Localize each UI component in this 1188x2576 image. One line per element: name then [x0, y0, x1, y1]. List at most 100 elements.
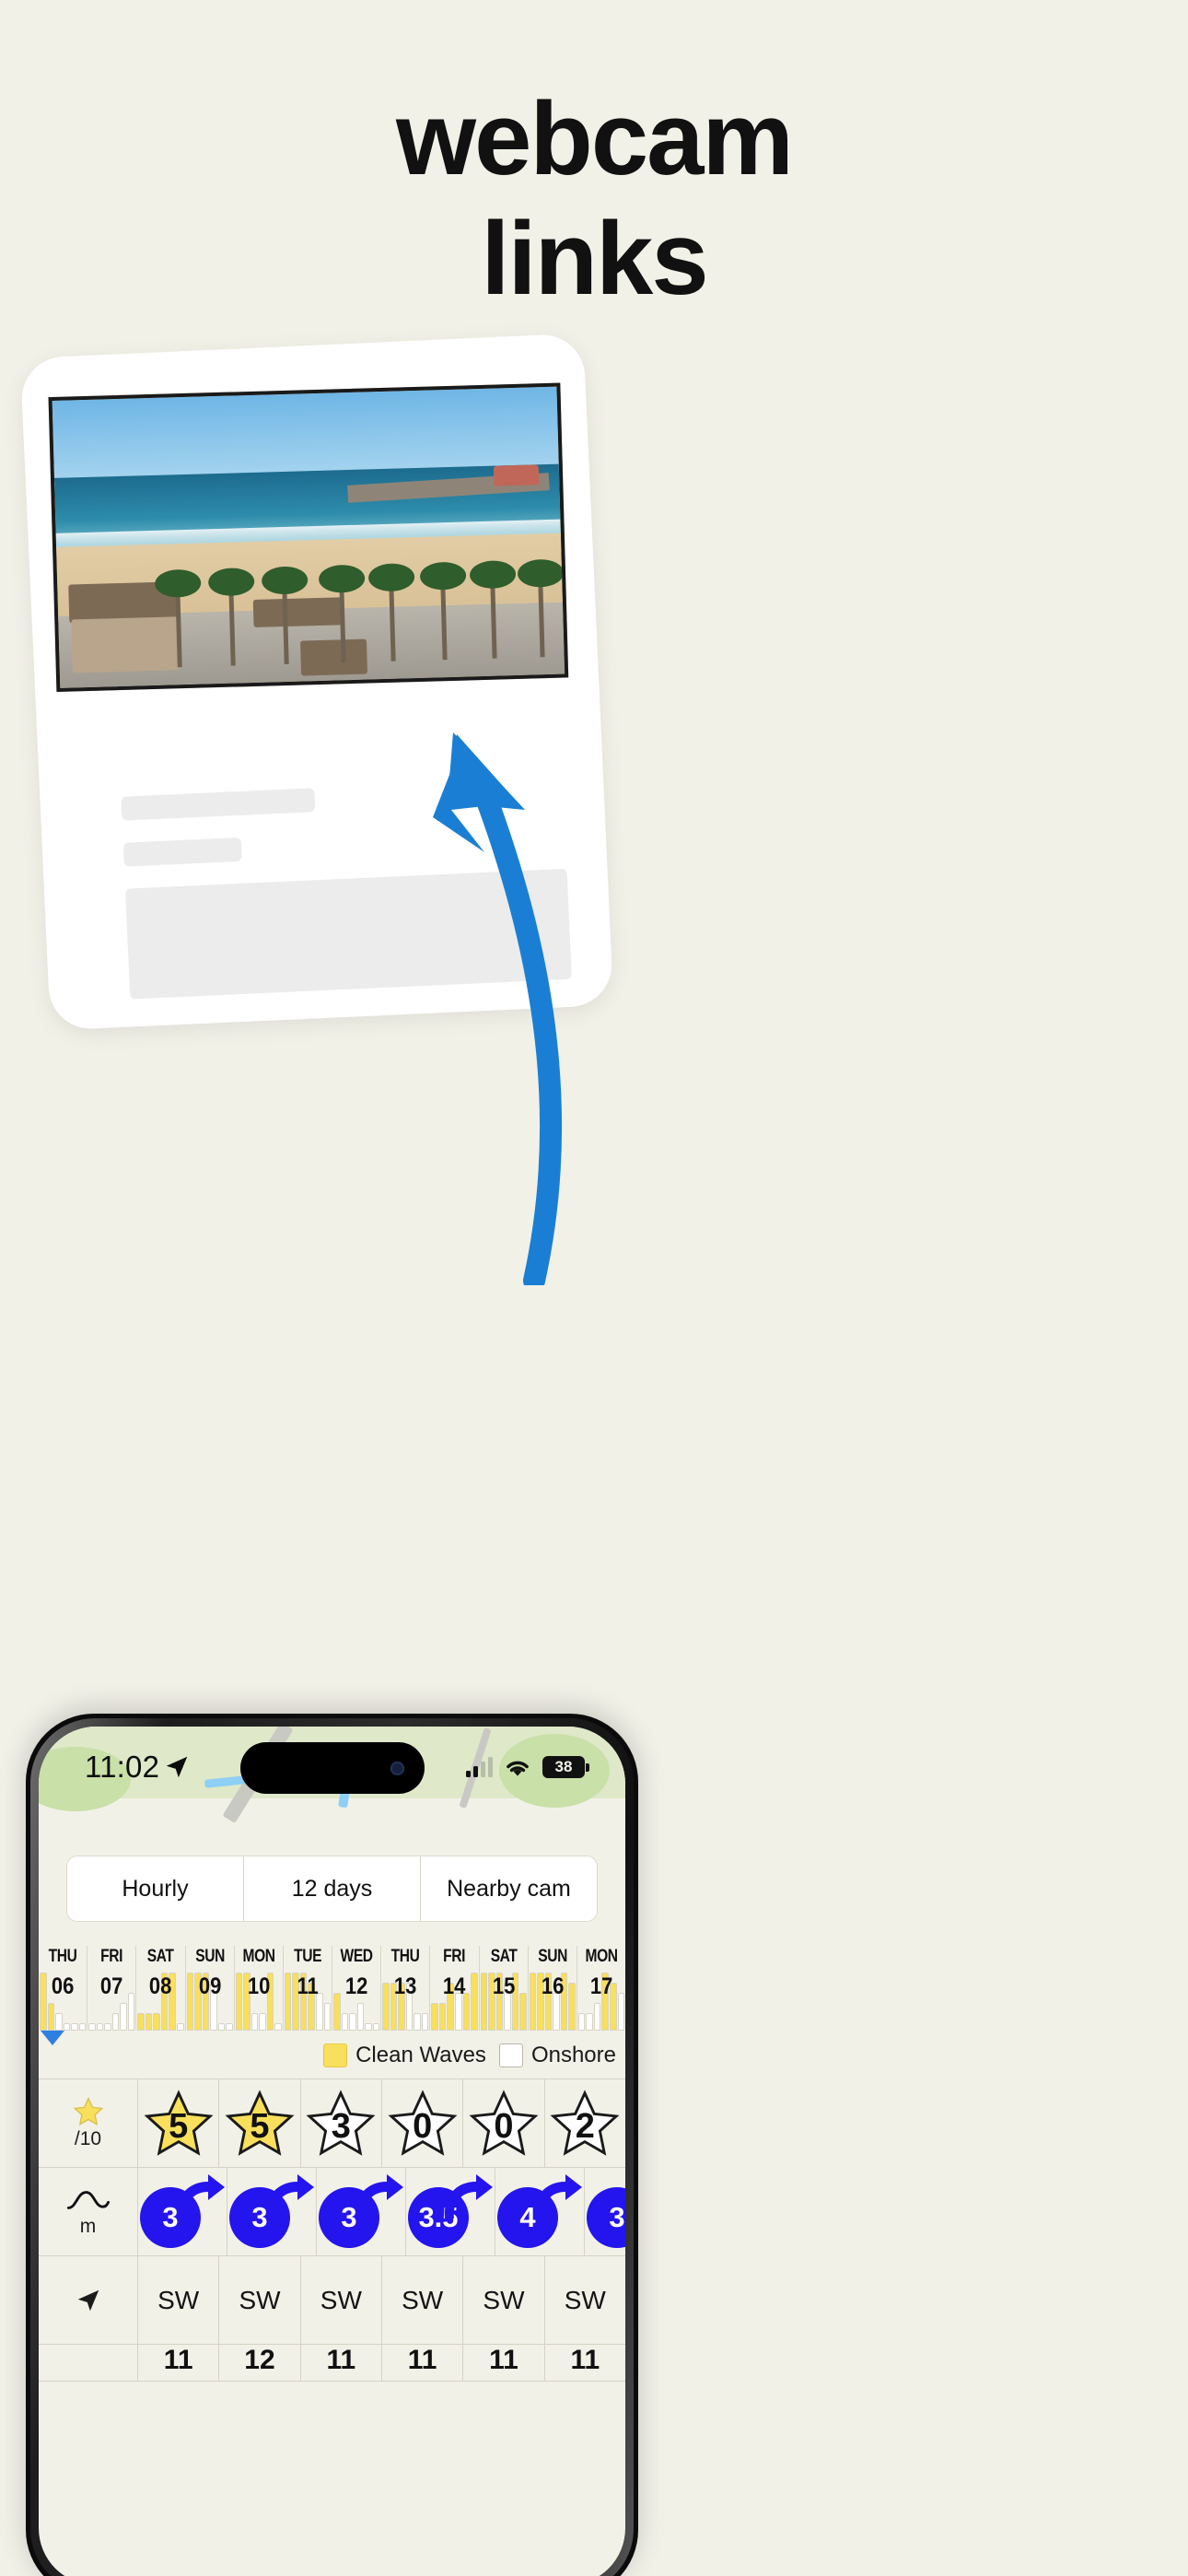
- day-column[interactable]: MON 17: [577, 1946, 625, 2031]
- table-row-wave-height: m 3 3 3 3.5 4 3: [39, 2168, 625, 2256]
- star-rating: 3: [305, 2089, 377, 2158]
- day-column[interactable]: FRI 07: [87, 1946, 137, 2031]
- wind-direction-cell[interactable]: SW: [545, 2256, 625, 2344]
- status-icons: 38: [466, 1756, 589, 1778]
- wind-direction-cell[interactable]: SW: [138, 2256, 220, 2344]
- day-name: SAT: [147, 1947, 174, 1966]
- cellular-signal-icon: [466, 1757, 493, 1777]
- day-name: TUE: [293, 1947, 321, 1966]
- day-name: MON: [242, 1947, 275, 1966]
- wind-speed-cell[interactable]: 11: [463, 2345, 545, 2381]
- wave-cell[interactable]: 4: [495, 2168, 585, 2255]
- table-row-wind-speed: 11 12 11 11 11 11: [39, 2345, 625, 2382]
- wind-direction-cell[interactable]: SW: [219, 2256, 301, 2344]
- view-mode-tabs[interactable]: Hourly 12 days Nearby cam: [66, 1856, 598, 1922]
- wave-icon: [66, 2190, 110, 2209]
- star-rating: 5: [224, 2089, 296, 2158]
- legend-swatch-clean: [323, 2043, 348, 2067]
- now-marker-icon: [41, 2031, 64, 2045]
- wind-speed-cell[interactable]: 11: [138, 2345, 220, 2381]
- wind-speed-cell[interactable]: 11: [301, 2345, 382, 2381]
- rating-value: 5: [169, 2106, 189, 2146]
- minibar: [145, 2013, 153, 2031]
- location-arrow-icon: [166, 1756, 188, 1778]
- wave-cell[interactable]: 3: [585, 2168, 625, 2255]
- day-number: 14: [443, 1973, 466, 1999]
- wind-speed-cell[interactable]: 11: [545, 2345, 625, 2381]
- table-row-rating: /10 5 5 3 0 0 2: [39, 2079, 625, 2168]
- wave-cell[interactable]: 3: [138, 2168, 227, 2255]
- status-time: 11:02: [85, 1750, 160, 1784]
- minibar: [96, 2023, 104, 2031]
- minibar: [120, 2003, 127, 2031]
- row-label-wave: m: [39, 2168, 138, 2255]
- wave-cell[interactable]: 3: [317, 2168, 406, 2255]
- wave-indicator: 3: [138, 2172, 227, 2252]
- wind-direction-cell[interactable]: SW: [382, 2256, 464, 2344]
- wind-speed-cell[interactable]: 12: [219, 2345, 301, 2381]
- day-name: THU: [390, 1947, 420, 1966]
- minibar: [63, 2023, 71, 2031]
- day-column[interactable]: SAT 15: [480, 1946, 529, 2031]
- rating-cell[interactable]: 5: [138, 2079, 220, 2167]
- battery-indicator: 38: [542, 1756, 589, 1778]
- table-row-wind-direction: SW SW SW SW SW SW: [39, 2256, 625, 2345]
- wave-cell[interactable]: 3: [227, 2168, 317, 2255]
- wind-direction-cell[interactable]: SW: [301, 2256, 382, 2344]
- day-name: MON: [585, 1947, 618, 1966]
- day-column[interactable]: SAT 08: [136, 1946, 186, 2031]
- row-label-rating: /10: [39, 2079, 138, 2167]
- minibar: [438, 2003, 447, 2031]
- day-column[interactable]: WED 12: [332, 1946, 382, 2031]
- day-column[interactable]: THU 13: [381, 1946, 431, 2031]
- day-number: 15: [492, 1973, 515, 1999]
- day-name: FRI: [443, 1947, 466, 1966]
- day-column[interactable]: THU 06: [39, 1946, 88, 2031]
- day-strip[interactable]: THU 06 FRI 07 SAT 08 SUN 09 MON 10 TUE 11 WED 12 THU 13…: [39, 1946, 625, 2031]
- day-column[interactable]: TUE 11: [284, 1946, 333, 2031]
- day-column[interactable]: FRI 14: [430, 1946, 480, 2031]
- day-number: 10: [247, 1973, 271, 1999]
- webcam-image[interactable]: [48, 382, 569, 692]
- location-arrow-icon: [77, 2289, 99, 2311]
- swell-direction-arrow-icon: [623, 2201, 625, 2219]
- rating-cell[interactable]: 2: [545, 2079, 625, 2167]
- tab-12-days[interactable]: 12 days: [244, 1856, 421, 1921]
- rating-cell[interactable]: 5: [219, 2079, 301, 2167]
- tab-hourly[interactable]: Hourly: [67, 1856, 244, 1921]
- row-unit-rating: /10: [74, 2127, 102, 2149]
- day-column[interactable]: SUN 16: [529, 1946, 577, 2031]
- wave-cell[interactable]: 3.5: [406, 2168, 495, 2255]
- minibar: [431, 2003, 438, 2031]
- minibar: [274, 2023, 282, 2031]
- row-label-wind-speed: [39, 2345, 138, 2381]
- minibar: [71, 2023, 78, 2031]
- minibar: [259, 2013, 266, 2031]
- star-rating: 0: [387, 2089, 459, 2158]
- wave-indicator: 3: [227, 2172, 316, 2252]
- legend-item-onshore: Onshore: [498, 2043, 616, 2068]
- minibar: [137, 2013, 145, 2031]
- day-name: THU: [48, 1947, 77, 1966]
- day-column[interactable]: SUN 09: [186, 1946, 235, 2031]
- rating-value: 2: [575, 2106, 595, 2146]
- tablet-device: [19, 333, 614, 1031]
- placeholder-line: [121, 788, 316, 821]
- day-number: 08: [149, 1973, 172, 1999]
- wind-direction-cell[interactable]: SW: [463, 2256, 545, 2344]
- tab-nearby-cam[interactable]: Nearby cam: [421, 1856, 597, 1921]
- rating-cell[interactable]: 0: [382, 2079, 464, 2167]
- minibar: [323, 2003, 332, 2031]
- phone-screen: 11:02 38 Hourly 12 days Nearby cam THU 0…: [39, 1727, 625, 2576]
- wind-cells: SW SW SW SW SW SW: [138, 2256, 625, 2344]
- rating-cell[interactable]: 0: [463, 2079, 545, 2167]
- placeholder-block: [124, 868, 572, 1000]
- wind-speed-cell[interactable]: 11: [382, 2345, 464, 2381]
- rating-cell[interactable]: 3: [301, 2079, 382, 2167]
- placeholder-line: [122, 837, 242, 867]
- day-name: FRI: [100, 1947, 123, 1966]
- day-number: 11: [297, 1973, 319, 1999]
- wave-indicator: 3: [317, 2172, 405, 2252]
- minibar: [593, 2003, 601, 2031]
- day-column[interactable]: MON 10: [235, 1946, 284, 2031]
